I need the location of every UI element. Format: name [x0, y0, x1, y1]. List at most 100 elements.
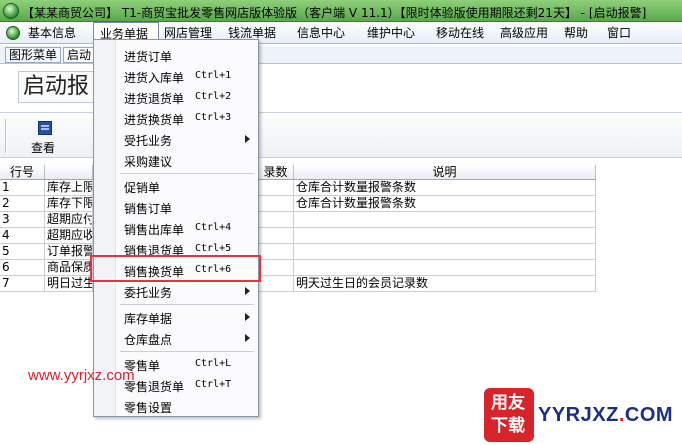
menu-item-inventory-docs[interactable]: 库存单据 — [94, 307, 258, 327]
toolbar-grip[interactable] — [5, 119, 7, 153]
menu-separator — [120, 304, 254, 305]
menu-item-label: 库存单据 — [124, 312, 173, 326]
menu-item-label: 委托业务 — [124, 286, 173, 300]
menu-item-label: 仓库盘点 — [124, 333, 173, 347]
menu-maintenance[interactable]: 维护中心 — [367, 22, 415, 44]
cell-item: 超期应收 — [45, 228, 93, 244]
menu-item-promotion[interactable]: 促销单 — [94, 176, 258, 196]
menu-item-purchase-inbound[interactable]: 进货入库单 Ctrl+1 — [94, 66, 258, 86]
submenu-arrow-icon — [245, 135, 250, 143]
cell-count — [258, 212, 294, 228]
cell-count — [258, 180, 294, 196]
menu-item-label: 销售订单 — [124, 202, 173, 216]
cell-row-no: 6 — [0, 260, 45, 276]
menu-item-purchase-exchange[interactable]: 进货换货单 Ctrl+3 — [94, 108, 258, 128]
menu-item-shortcut: Ctrl+3 — [195, 112, 232, 123]
menu-label: 基本信息 — [28, 26, 77, 40]
submenu-arrow-icon — [245, 334, 250, 342]
page-title: 启动报 — [18, 71, 98, 103]
menu-item-label: 零售设置 — [124, 401, 173, 415]
menu-item-purchase-suggestion[interactable]: 采购建议 — [94, 150, 258, 170]
window-title: 【某某商贸公司】 T1-商贸宝批发零售网店版体验版（客户端 V 11.1）【限时… — [22, 6, 647, 20]
tab-startup-alert[interactable]: 启动 — [63, 47, 96, 63]
basic-info-icon — [6, 26, 20, 40]
table-row[interactable]: 1 库存上限 仓库合计数量报警条数 — [0, 180, 600, 196]
view-button-label: 查看 — [31, 141, 56, 155]
menu-item-label: 进货订单 — [124, 50, 173, 64]
column-header-item[interactable] — [45, 165, 93, 180]
table-row[interactable]: 4 超期应收 — [0, 228, 600, 244]
menu-item-label: 进货入库单 — [124, 71, 185, 85]
cell-row-no: 4 — [0, 228, 45, 244]
menu-item-purchase-return[interactable]: 进货退货单 Ctrl+2 — [94, 87, 258, 107]
menu-item-shortcut: Ctrl+L — [195, 358, 232, 369]
menu-item-retail-settings[interactable]: 零售设置 — [94, 396, 258, 416]
column-header-description[interactable]: 说明 — [294, 165, 596, 180]
menu-item-label: 促销单 — [124, 181, 161, 195]
menu-item-sales-outbound[interactable]: 销售出库单 Ctrl+4 — [94, 218, 258, 238]
cell-description — [294, 260, 596, 276]
menu-item-shortcut: Ctrl+4 — [195, 222, 232, 233]
logo-line1: 用友 — [491, 393, 525, 413]
menu-separator — [120, 173, 254, 174]
menu-item-label: 进货换货单 — [124, 113, 185, 127]
table-row[interactable]: 3 超期应付 — [0, 212, 600, 228]
title-bar[interactable]: 【某某商贸公司】 T1-商贸宝批发零售网店版体验版（客户端 V 11.1）【限时… — [0, 0, 682, 22]
menu-window[interactable]: 窗口 — [607, 22, 631, 44]
cell-count — [258, 244, 294, 260]
cell-row-no: 2 — [0, 196, 45, 212]
cell-count — [258, 196, 294, 212]
menu-mobile-online[interactable]: 移动在线 — [436, 22, 484, 44]
cell-row-no: 5 — [0, 244, 45, 260]
submenu-arrow-icon — [245, 287, 250, 295]
cell-item: 订单报警 — [45, 244, 93, 260]
cell-description — [294, 212, 596, 228]
tab-graphic-menu[interactable]: 图形菜单 — [5, 47, 62, 63]
cell-description: 仓库合计数量报警条数 — [294, 180, 596, 196]
cell-count — [258, 228, 294, 244]
view-list-icon — [38, 121, 52, 135]
business-docs-dropdown: 进货订单 进货入库单 Ctrl+1 进货退货单 Ctrl+2 进货换货单 Ctr… — [93, 39, 259, 417]
cell-item: 超期应付 — [45, 212, 93, 228]
column-header-count[interactable]: 录数 — [258, 165, 294, 180]
watermark-url: www.yyrjxz.com — [28, 367, 135, 384]
menu-info-center[interactable]: 信息中心 — [297, 22, 345, 44]
menu-advanced[interactable]: 高级应用 — [500, 22, 548, 44]
menu-separator — [120, 351, 254, 352]
cell-count — [258, 260, 294, 276]
cell-row-no: 7 — [0, 276, 45, 292]
cell-count — [258, 276, 294, 292]
highlight-annotation — [90, 255, 261, 282]
cell-row-no: 1 — [0, 180, 45, 196]
menu-basic-info[interactable]: 基本信息 — [6, 22, 84, 44]
cell-item: 库存下限 — [45, 196, 93, 212]
logo-text-tld: COM — [624, 404, 674, 426]
menu-item-label: 采购建议 — [124, 155, 173, 169]
app-logo-icon — [3, 3, 19, 19]
menu-item-shortcut: Ctrl+2 — [195, 91, 232, 102]
site-logo: 用友 下载 — [484, 388, 534, 442]
menu-item-purchase-order[interactable]: 进货订单 — [94, 45, 258, 65]
cell-description: 仓库合计数量报警条数 — [294, 196, 596, 212]
site-logo-text: YYRJXZ.COM — [538, 404, 673, 427]
menu-item-sales-order[interactable]: 销售订单 — [94, 197, 258, 217]
cell-description — [294, 244, 596, 260]
cell-description — [294, 228, 596, 244]
menu-item-label: 受托业务 — [124, 134, 173, 148]
table-row[interactable]: 2 库存下限 仓库合计数量报警条数 — [0, 196, 600, 212]
column-header-row-no[interactable]: 行号 — [0, 165, 45, 180]
view-button[interactable]: 查看 — [25, 117, 65, 155]
menu-help[interactable]: 帮助 — [564, 22, 588, 44]
cell-item: 商品保质 — [45, 260, 93, 276]
menu-item-consignment-out[interactable]: 委托业务 — [94, 281, 258, 301]
menu-item-label: 销售出库单 — [124, 223, 185, 237]
menu-item-consignment-in[interactable]: 受托业务 — [94, 129, 258, 149]
cell-description: 明天过生日的会员记录数 — [294, 276, 596, 292]
cell-item: 库存上限 — [45, 180, 93, 196]
cell-item: 明日过生 — [45, 276, 93, 292]
cell-row-no: 3 — [0, 212, 45, 228]
menu-item-stocktaking[interactable]: 仓库盘点 — [94, 328, 258, 348]
logo-line2: 下载 — [491, 416, 525, 436]
menu-item-label: 进货退货单 — [124, 92, 185, 106]
menu-item-shortcut: Ctrl+1 — [195, 70, 232, 81]
